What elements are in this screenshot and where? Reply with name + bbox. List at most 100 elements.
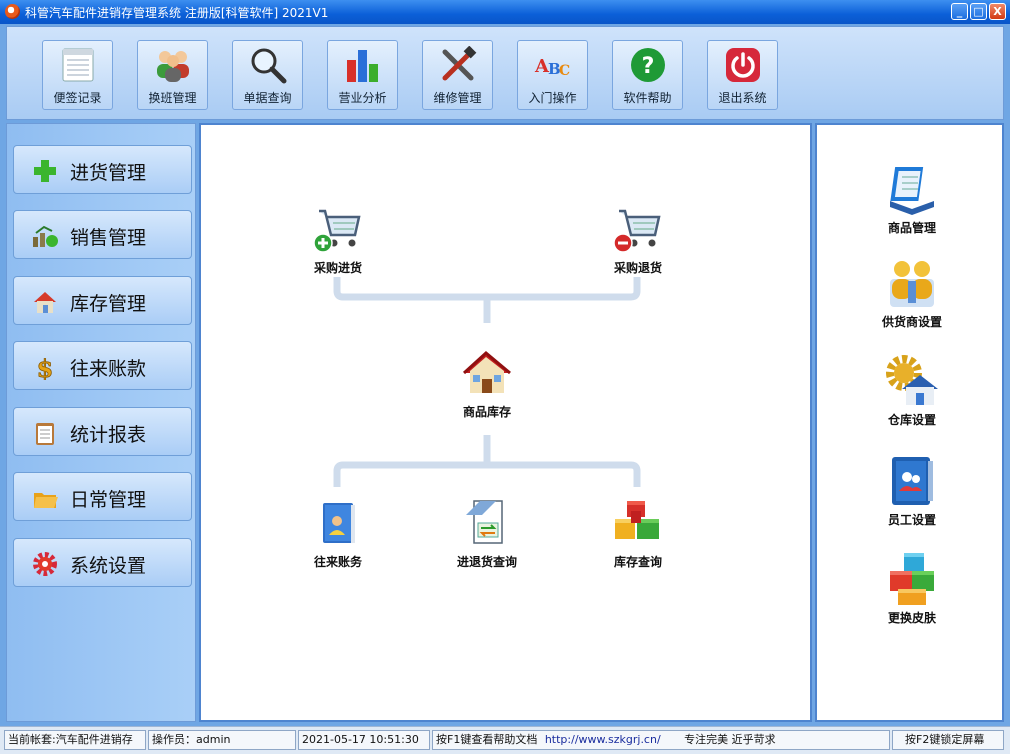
toolbar-guide-button[interactable]: A B C 入门操作 <box>517 40 588 110</box>
toolbar-label: 换班管理 <box>148 91 197 105</box>
sidebar: 进货管理 销售管理 库存管理 $ 往来账款 统计报表 日常管理 系统设置 <box>6 123 196 722</box>
sidebar-item-settings[interactable]: 系统设置 <box>13 538 192 587</box>
sales-icon <box>33 225 58 247</box>
supplier-icon <box>890 261 934 307</box>
sidebar-item-purchase[interactable]: 进货管理 <box>13 145 192 194</box>
power-icon <box>726 48 760 82</box>
right-item-employees[interactable]: 员工设置 <box>862 453 962 528</box>
title-bar: 科管汽车配件进销存管理系统 注册版[科管软件] 2021V1 _ □ X <box>0 0 1010 24</box>
svg-text:$: $ <box>37 354 54 380</box>
right-item-label: 商品管理 <box>887 221 936 235</box>
toolbar-repair-button[interactable]: 维修管理 <box>422 40 493 110</box>
status-help: 按F1键查看帮助文档 http://www.szkgrj.cn/ 专注完美 近乎… <box>432 730 890 750</box>
status-website-link[interactable]: http://www.szkgrj.cn/ <box>545 733 661 746</box>
status-bar: 当前帐套:汽车配件进销存 操作员：admin 2021-05-17 10:51:… <box>0 726 1010 754</box>
flow-inventory[interactable]: 商品库存 <box>432 347 542 420</box>
flow-panel: 采购进货 采购退货 商品库存 往来账务 进退货查询 库存查询 <box>199 123 812 722</box>
document-exchange-icon <box>466 500 503 544</box>
flow-purchase-in[interactable]: 采购进货 <box>283 203 393 276</box>
toolbar-label: 软件帮助 <box>623 91 672 105</box>
flow-purchase-return[interactable]: 采购退货 <box>583 203 693 276</box>
toolbar-label: 入门操作 <box>528 91 577 105</box>
toolbar-exit-button[interactable]: 退出系统 <box>707 40 778 110</box>
svg-text:C: C <box>559 63 570 79</box>
status-slogan: 专注完美 近乎苛求 <box>684 733 776 746</box>
sidebar-item-inventory[interactable]: 库存管理 <box>13 276 192 325</box>
right-item-products[interactable]: 商品管理 <box>862 161 962 236</box>
abc-icon: A B C <box>534 56 570 79</box>
toolbar-notes-button[interactable]: 便签记录 <box>42 40 113 110</box>
minimize-button[interactable]: _ <box>951 3 968 20</box>
gear-icon <box>33 552 57 576</box>
toolbar-label: 营业分析 <box>338 91 387 105</box>
right-item-warehouse[interactable]: 仓库设置 <box>862 353 962 428</box>
flow-purchase-in-label: 采购进货 <box>313 261 362 275</box>
sidebar-item-label: 库存管理 <box>70 293 147 315</box>
toolbar-label: 维修管理 <box>433 91 482 105</box>
notepad-icon <box>62 48 94 82</box>
house-icon <box>34 292 56 313</box>
right-item-label: 员工设置 <box>887 513 936 527</box>
employee-icon <box>892 457 933 505</box>
close-button[interactable]: X <box>989 3 1006 20</box>
flow-inout-query-label: 进退货查询 <box>456 555 517 569</box>
magnifier-icon <box>251 48 287 84</box>
right-item-label: 供货商设置 <box>881 315 942 329</box>
settings-panel: 商品管理 供货商设置 仓库设置 员工设置 更换皮肤 <box>815 123 1004 722</box>
cart-remove-icon <box>613 209 661 253</box>
users-icon <box>157 51 189 82</box>
sidebar-item-label: 销售管理 <box>70 227 147 249</box>
toolbar-query-button[interactable]: 单据查询 <box>232 40 303 110</box>
flow-stock-query[interactable]: 库存查询 <box>583 497 693 570</box>
main-toolbar: 便签记录 换班管理 单据查询 营业分析 维修管理 A B C 入门操作 ? 软件… <box>6 26 1004 120</box>
flow-inventory-label: 商品库存 <box>462 405 511 419</box>
sidebar-item-label: 往来账款 <box>70 358 147 380</box>
app-icon <box>5 4 20 19</box>
warehouse-icon <box>886 355 938 405</box>
plus-icon <box>34 160 56 182</box>
status-operator: 操作员：admin <box>148 730 296 750</box>
help-icon: ? <box>631 48 665 82</box>
right-item-label: 更换皮肤 <box>887 611 936 625</box>
toolbar-label: 单据查询 <box>243 91 292 105</box>
toolbar-help-button[interactable]: ? 软件帮助 <box>612 40 683 110</box>
bar-chart-icon <box>347 50 378 82</box>
status-account: 当前帐套:汽车配件进销存 <box>4 730 146 750</box>
right-item-suppliers[interactable]: 供货商设置 <box>862 255 962 330</box>
flow-purchase-return-label: 采购退货 <box>613 261 662 275</box>
flow-stock-query-label: 库存查询 <box>613 555 662 569</box>
sidebar-item-reports[interactable]: 统计报表 <box>13 407 192 456</box>
toolbar-label: 退出系统 <box>718 91 767 105</box>
stock-boxes-icon <box>615 501 659 539</box>
dollar-icon: $ <box>36 354 54 380</box>
sidebar-item-accounts[interactable]: $ 往来账款 <box>13 341 192 390</box>
folders-icon <box>34 493 58 508</box>
toolbar-analysis-button[interactable]: 营业分析 <box>327 40 398 110</box>
clipboard-icon <box>36 423 54 445</box>
flow-accounts-label: 往来账务 <box>313 555 362 569</box>
cart-add-icon <box>313 209 361 253</box>
status-datetime: 2021-05-17 10:51:30 <box>298 730 430 750</box>
svg-text:?: ? <box>642 54 655 79</box>
toolbar-shift-button[interactable]: 换班管理 <box>137 40 208 110</box>
window-title: 科管汽车配件进销存管理系统 注册版[科管软件] 2021V1 <box>25 6 329 20</box>
product-icon <box>890 167 934 215</box>
sidebar-item-label: 统计报表 <box>70 424 147 446</box>
status-help-hint: 按F1键查看帮助文档 <box>436 733 538 746</box>
right-item-skin[interactable]: 更换皮肤 <box>862 551 962 626</box>
sidebar-item-label: 进货管理 <box>70 162 147 184</box>
account-book-icon <box>323 503 355 543</box>
sidebar-item-label: 日常管理 <box>70 489 147 511</box>
maximize-button[interactable]: □ <box>970 3 987 20</box>
sidebar-item-label: 系统设置 <box>70 555 147 577</box>
right-item-label: 仓库设置 <box>887 413 936 427</box>
tools-icon <box>442 46 477 81</box>
warehouse-house-icon <box>462 351 511 393</box>
flow-accounts[interactable]: 往来账务 <box>283 497 393 570</box>
skin-icon <box>890 553 934 605</box>
status-lock-hint: 按F2键锁定屏幕 <box>892 730 1004 750</box>
flow-inout-query[interactable]: 进退货查询 <box>432 497 542 570</box>
sidebar-item-sales[interactable]: 销售管理 <box>13 210 192 259</box>
sidebar-item-daily[interactable]: 日常管理 <box>13 472 192 521</box>
toolbar-label: 便签记录 <box>53 91 102 105</box>
